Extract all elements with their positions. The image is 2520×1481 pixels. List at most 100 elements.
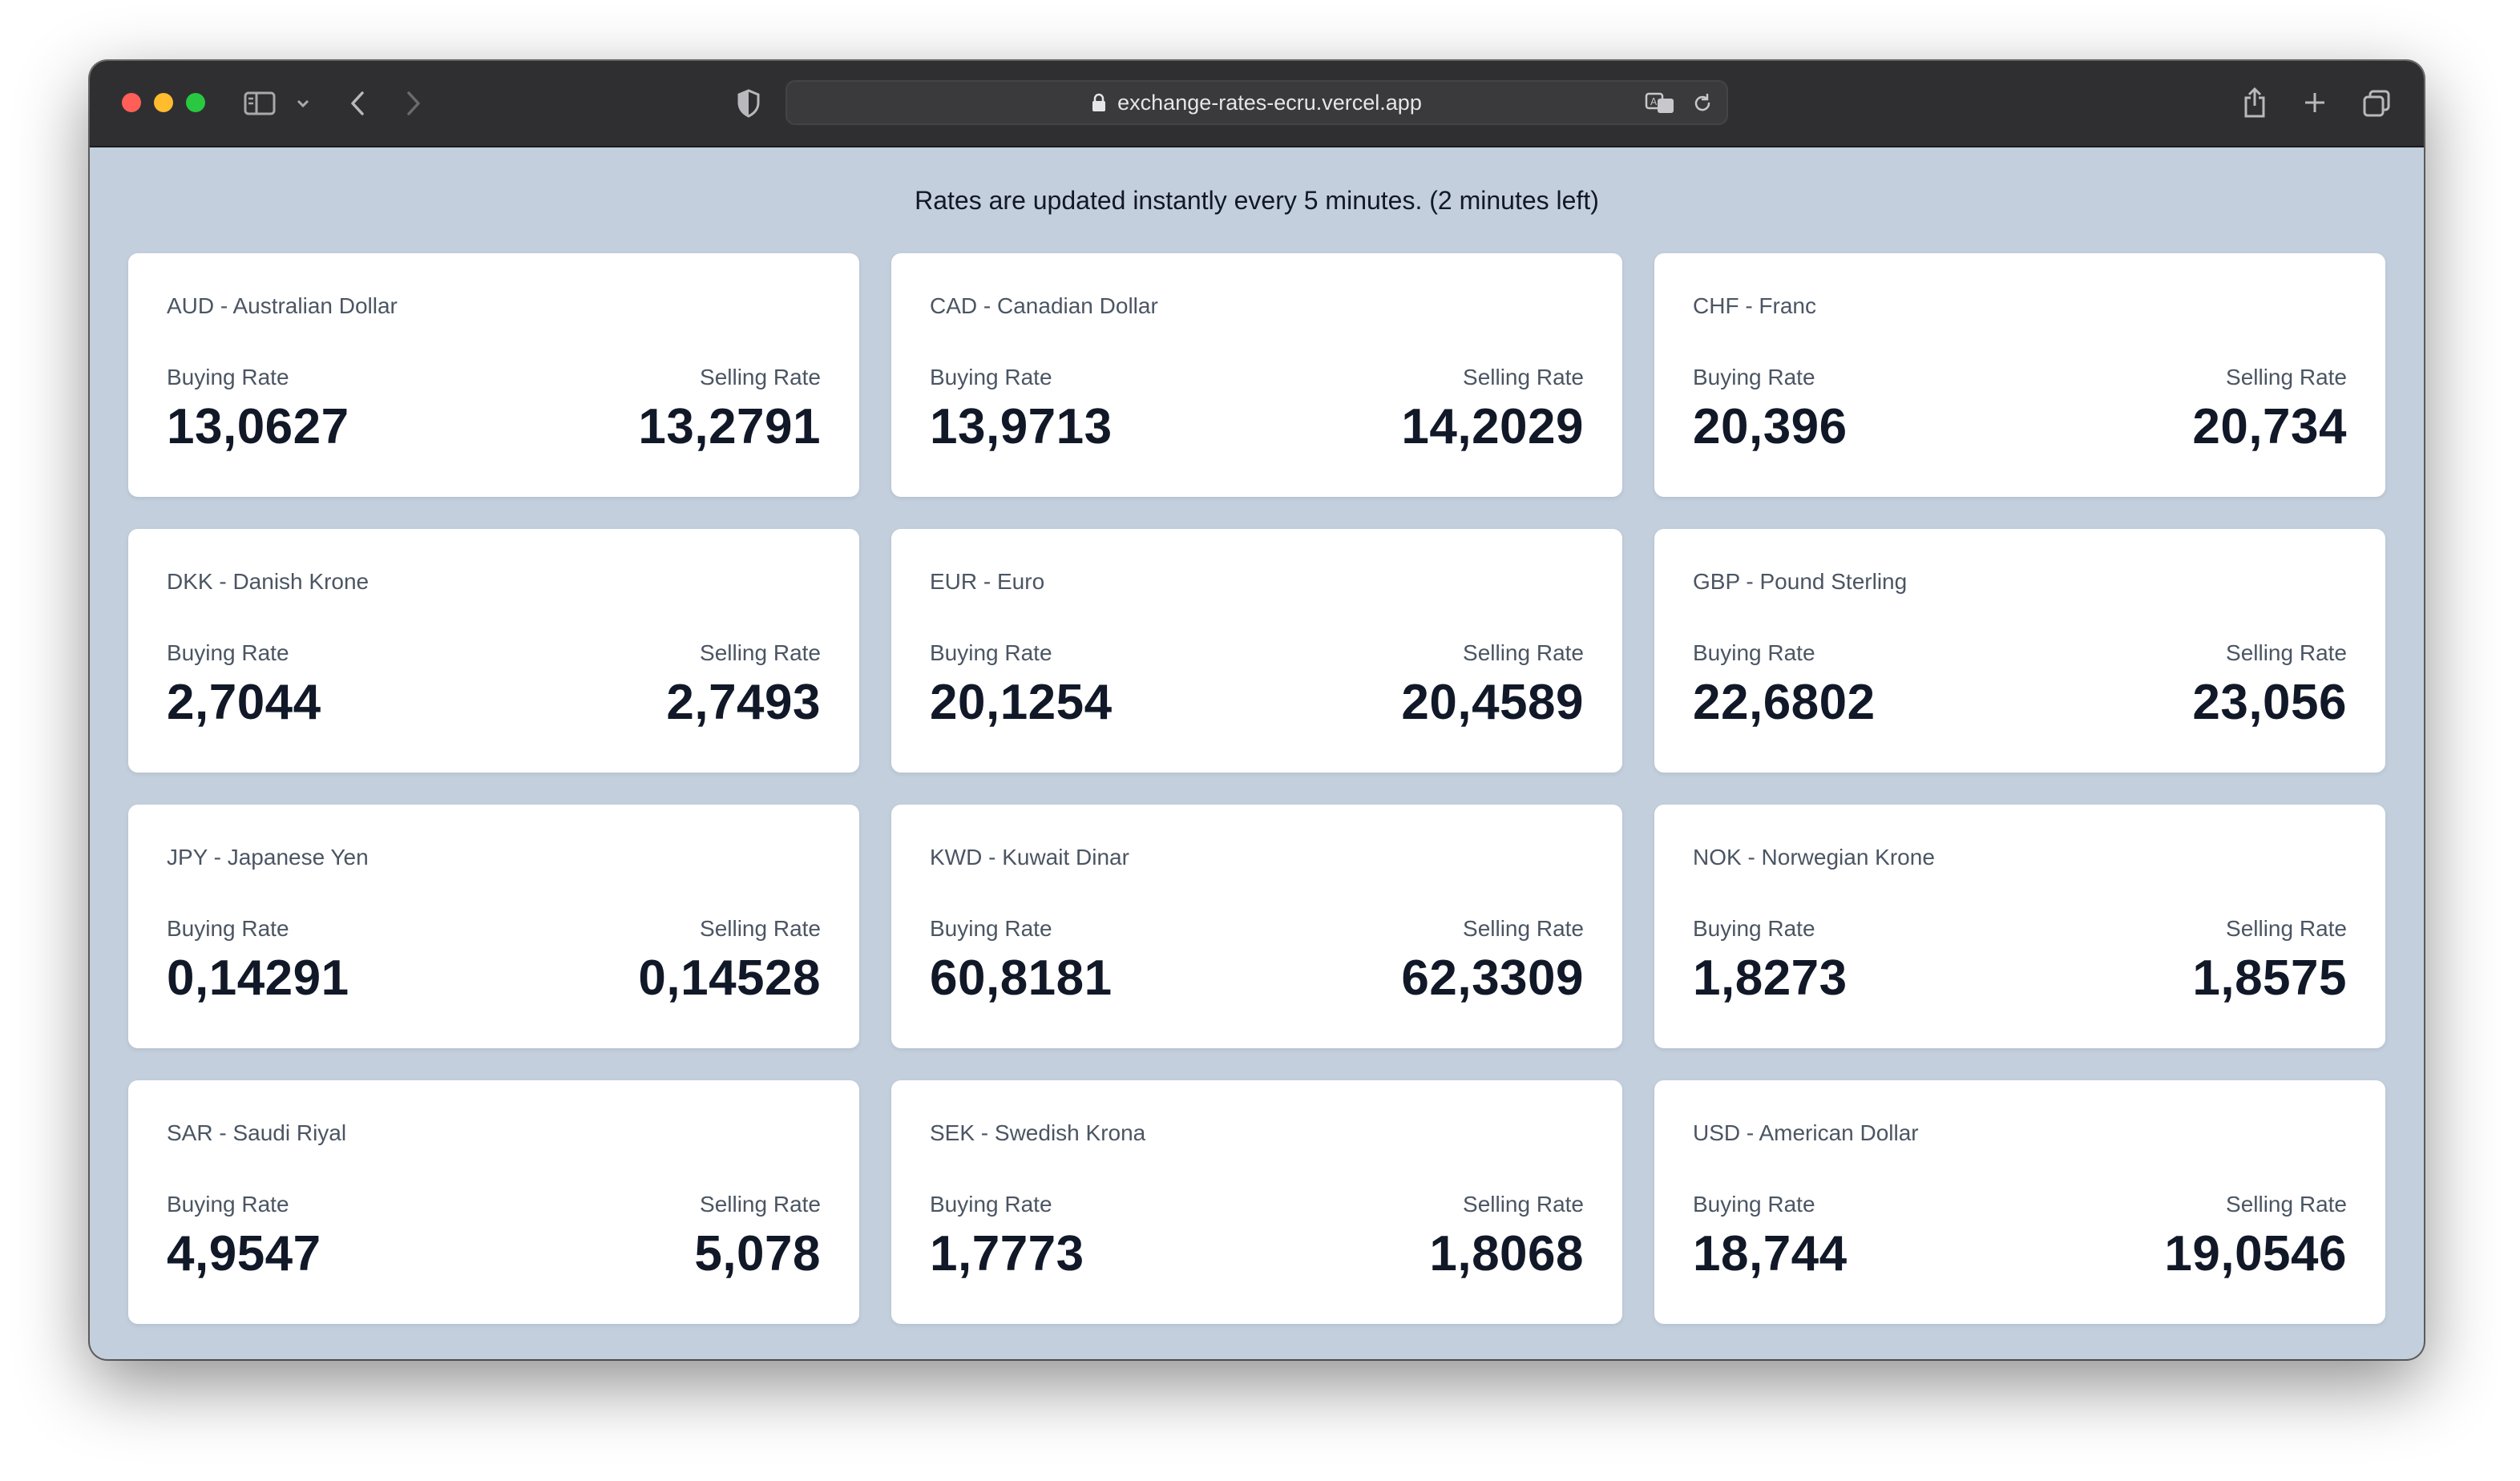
svg-text:A: A bbox=[1650, 96, 1658, 107]
maximize-window-button[interactable] bbox=[186, 93, 205, 112]
selling-rate-value: 14,2029 bbox=[1401, 399, 1584, 454]
currency-card: GBP - Pound Sterling Buying Rate 22,6802… bbox=[1654, 529, 2385, 773]
currency-card: KWD - Kuwait Dinar Buying Rate 60,8181 S… bbox=[891, 805, 1622, 1048]
selling-rate-block: Selling Rate 23,056 bbox=[2192, 640, 2347, 732]
url-text: exchange-rates-ecru.vercel.app bbox=[1117, 90, 1422, 115]
currency-title: JPY - Japanese Yen bbox=[167, 845, 369, 870]
chevron-left-icon[interactable] bbox=[345, 88, 370, 119]
browser-titlebar: exchange-rates-ecru.vercel.app A bbox=[90, 61, 2424, 147]
currency-title: SAR - Saudi Riyal bbox=[167, 1120, 347, 1145]
selling-rate-label: Selling Rate bbox=[700, 916, 821, 941]
address-bar[interactable]: exchange-rates-ecru.vercel.app A bbox=[785, 80, 1728, 125]
buying-rate-block: Buying Rate 13,0627 bbox=[167, 364, 349, 457]
minimize-window-button[interactable] bbox=[154, 93, 173, 112]
currency-title: EUR - Euro bbox=[930, 569, 1045, 594]
buying-rate-block: Buying Rate 2,7044 bbox=[167, 640, 321, 732]
selling-rate-label: Selling Rate bbox=[1463, 1192, 1584, 1217]
currency-card: JPY - Japanese Yen Buying Rate 0,14291 S… bbox=[128, 805, 859, 1048]
buying-rate-label: Buying Rate bbox=[1693, 640, 1815, 665]
buying-rate-label: Buying Rate bbox=[930, 365, 1052, 389]
selling-rate-block: Selling Rate 2,7493 bbox=[666, 640, 821, 732]
selling-rate-value: 62,3309 bbox=[1401, 950, 1584, 1006]
selling-rate-block: Selling Rate 20,734 bbox=[2192, 364, 2347, 457]
selling-rate-block: Selling Rate 62,3309 bbox=[1401, 915, 1584, 1008]
selling-rate-label: Selling Rate bbox=[700, 365, 821, 389]
buying-rate-value: 20,396 bbox=[1693, 399, 1848, 454]
selling-rate-block: Selling Rate 5,078 bbox=[694, 1191, 821, 1284]
sidebar-icon[interactable] bbox=[244, 90, 276, 117]
selling-rate-value: 20,4589 bbox=[1401, 675, 1584, 730]
buying-rate-block: Buying Rate 1,8273 bbox=[1693, 915, 1848, 1008]
plus-icon[interactable] bbox=[2302, 90, 2328, 115]
currency-title: CAD - Canadian Dollar bbox=[930, 293, 1158, 318]
reload-icon[interactable] bbox=[1690, 91, 1715, 115]
buying-rate-value: 4,9547 bbox=[167, 1226, 321, 1281]
currency-title: CHF - Franc bbox=[1693, 293, 1816, 318]
selling-rate-value: 1,8575 bbox=[2192, 950, 2347, 1006]
currency-card: SAR - Saudi Riyal Buying Rate 4,9547 Sel… bbox=[128, 1080, 859, 1324]
buying-rate-label: Buying Rate bbox=[1693, 916, 1815, 941]
tabs-overview-icon[interactable] bbox=[2361, 88, 2392, 119]
share-icon[interactable] bbox=[2241, 85, 2268, 120]
buying-rate-block: Buying Rate 20,396 bbox=[1693, 364, 1848, 457]
lock-icon bbox=[1092, 93, 1106, 112]
buying-rate-label: Buying Rate bbox=[167, 640, 289, 665]
selling-rate-label: Selling Rate bbox=[1463, 365, 1584, 389]
selling-rate-label: Selling Rate bbox=[700, 640, 821, 665]
currency-title: NOK - Norwegian Krone bbox=[1693, 845, 1935, 870]
buying-rate-value: 13,9713 bbox=[930, 399, 1113, 454]
buying-rate-value: 1,7773 bbox=[930, 1226, 1084, 1281]
currency-title: USD - American Dollar bbox=[1693, 1120, 1919, 1145]
selling-rate-value: 2,7493 bbox=[666, 675, 821, 730]
currency-title: GBP - Pound Sterling bbox=[1693, 569, 1908, 594]
selling-rate-block: Selling Rate 1,8068 bbox=[1429, 1191, 1584, 1284]
buying-rate-label: Buying Rate bbox=[930, 640, 1052, 665]
selling-rate-label: Selling Rate bbox=[2226, 365, 2347, 389]
currency-card: EUR - Euro Buying Rate 20,1254 Selling R… bbox=[891, 529, 1622, 773]
selling-rate-value: 1,8068 bbox=[1429, 1226, 1584, 1281]
currency-card: CHF - Franc Buying Rate 20,396 Selling R… bbox=[1654, 253, 2385, 497]
buying-rate-value: 20,1254 bbox=[930, 675, 1113, 730]
currency-card: CAD - Canadian Dollar Buying Rate 13,971… bbox=[891, 253, 1622, 497]
buying-rate-block: Buying Rate 0,14291 bbox=[167, 915, 349, 1008]
translate-icon[interactable]: A bbox=[1645, 91, 1677, 115]
buying-rate-value: 60,8181 bbox=[930, 950, 1113, 1006]
buying-rate-block: Buying Rate 13,9713 bbox=[930, 364, 1113, 457]
selling-rate-value: 19,0546 bbox=[2164, 1226, 2347, 1281]
currency-card: SEK - Swedish Krona Buying Rate 1,7773 S… bbox=[891, 1080, 1622, 1324]
close-window-button[interactable] bbox=[122, 93, 141, 112]
buying-rate-block: Buying Rate 1,7773 bbox=[930, 1191, 1084, 1284]
buying-rate-label: Buying Rate bbox=[930, 916, 1052, 941]
buying-rate-block: Buying Rate 18,744 bbox=[1693, 1191, 1848, 1284]
selling-rate-label: Selling Rate bbox=[700, 1192, 821, 1217]
selling-rate-block: Selling Rate 14,2029 bbox=[1401, 364, 1584, 457]
buying-rate-block: Buying Rate 20,1254 bbox=[930, 640, 1113, 732]
currency-title: DKK - Danish Krone bbox=[167, 569, 370, 594]
selling-rate-value: 5,078 bbox=[694, 1226, 821, 1281]
shield-icon[interactable] bbox=[734, 88, 763, 119]
currency-title: AUD - Australian Dollar bbox=[167, 293, 398, 318]
buying-rate-value: 1,8273 bbox=[1693, 950, 1848, 1006]
selling-rate-label: Selling Rate bbox=[1463, 640, 1584, 665]
selling-rate-value: 23,056 bbox=[2192, 675, 2347, 730]
buying-rate-block: Buying Rate 4,9547 bbox=[167, 1191, 321, 1284]
buying-rate-value: 22,6802 bbox=[1693, 675, 1876, 730]
buying-rate-label: Buying Rate bbox=[167, 1192, 289, 1217]
chevron-down-icon[interactable] bbox=[295, 96, 311, 111]
buying-rate-value: 0,14291 bbox=[167, 950, 349, 1006]
currency-card: USD - American Dollar Buying Rate 18,744… bbox=[1654, 1080, 2385, 1324]
selling-rate-label: Selling Rate bbox=[2226, 1192, 2347, 1217]
selling-rate-block: Selling Rate 20,4589 bbox=[1401, 640, 1584, 732]
currency-grid: AUD - Australian Dollar Buying Rate 13,0… bbox=[128, 253, 2385, 1324]
selling-rate-label: Selling Rate bbox=[2226, 640, 2347, 665]
selling-rate-value: 20,734 bbox=[2192, 399, 2347, 454]
buying-rate-block: Buying Rate 60,8181 bbox=[930, 915, 1113, 1008]
browser-window: exchange-rates-ecru.vercel.app A Rates a… bbox=[90, 61, 2424, 1359]
selling-rate-label: Selling Rate bbox=[1463, 916, 1584, 941]
selling-rate-label: Selling Rate bbox=[2226, 916, 2347, 941]
buying-rate-label: Buying Rate bbox=[167, 916, 289, 941]
buying-rate-value: 2,7044 bbox=[167, 675, 321, 730]
chevron-right-icon[interactable] bbox=[401, 88, 426, 119]
buying-rate-value: 18,744 bbox=[1693, 1226, 1848, 1281]
currency-card: AUD - Australian Dollar Buying Rate 13,0… bbox=[128, 253, 859, 497]
